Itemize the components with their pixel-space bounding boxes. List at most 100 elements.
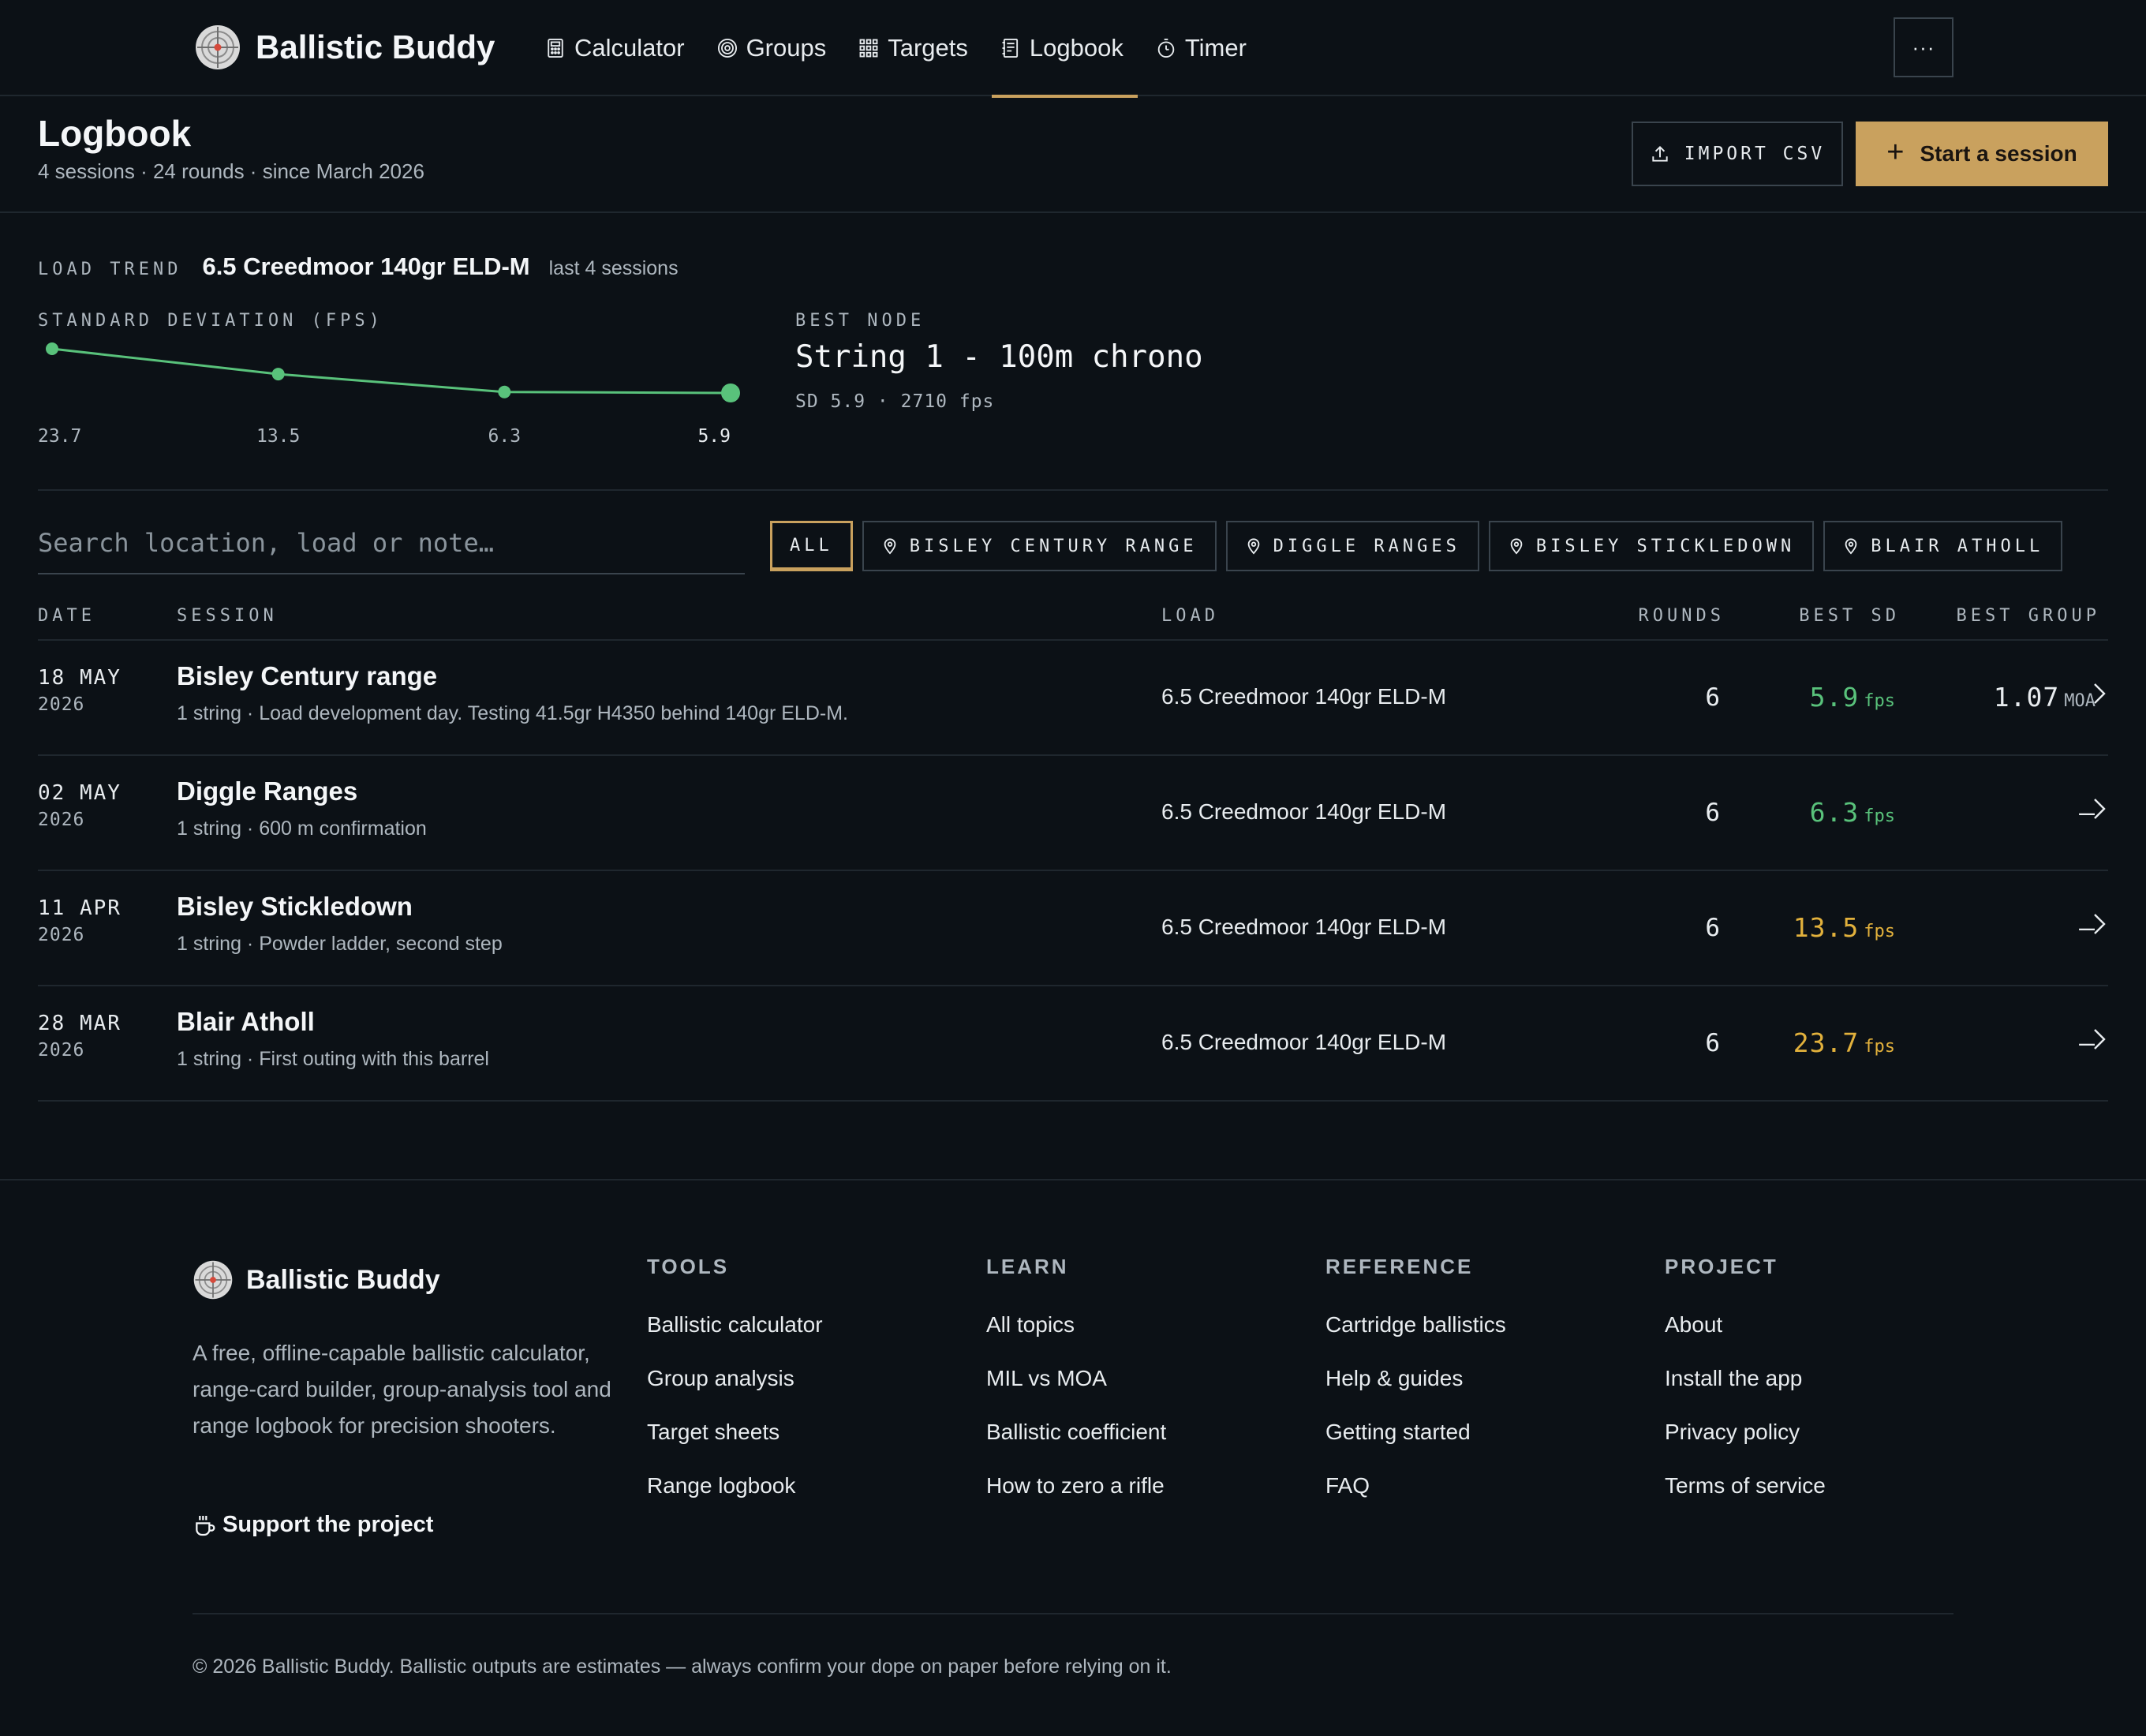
sd-sparkline-chart: 23.7 13.5 6.3 5.9 [38, 342, 740, 447]
top-navigation: Ballistic Buddy Calculator Groups Target… [0, 0, 2146, 98]
session-info: Blair Atholl 1 string · First outing wit… [177, 1007, 489, 1071]
footer-link-terms-of-service[interactable]: Terms of service [1665, 1473, 1826, 1498]
chevron-right-icon[interactable] [2091, 680, 2108, 707]
plus-icon: + [1886, 135, 1905, 169]
footer-heading-project: PROJECT [1665, 1255, 1778, 1278]
footer-copyright: © 2026 Ballistic Buddy. Ballistic output… [193, 1656, 1172, 1678]
session-best-group: — [1900, 912, 2096, 943]
table-row[interactable]: 28 MAR 2026 Blair Atholl 1 string · Firs… [38, 986, 2108, 1102]
session-best-sd: 6.3 fps [1726, 797, 1895, 828]
session-year: 2026 [38, 694, 85, 715]
footer-column-project: PROJECT About Install the app Privacy po… [1665, 1255, 1826, 1498]
best-sd-value: 23.7 [1793, 1027, 1860, 1058]
footer-link-privacy-policy[interactable]: Privacy policy [1665, 1420, 1826, 1445]
nav-item-calculator[interactable]: Calculator [530, 0, 699, 96]
column-header-best-group: BEST GROUP [1956, 606, 2100, 626]
best-sd-unit: fps [1864, 1037, 1895, 1057]
table-header: DATE SESSION LOAD ROUNDS BEST SD BEST GR… [38, 597, 2108, 641]
nav-item-groups[interactable]: Groups [702, 0, 841, 96]
start-session-button[interactable]: + Start a session [1856, 122, 2108, 186]
session-best-sd: 5.9 fps [1726, 682, 1895, 713]
column-header-date: DATE [38, 606, 95, 626]
sd-tick-label: 5.9 [697, 426, 731, 447]
session-name: Diggle Ranges [177, 776, 358, 806]
footer-divider [193, 1613, 1953, 1614]
best-sd-value: 13.5 [1793, 912, 1860, 943]
footer-link-cartridge-ballistics[interactable]: Cartridge ballistics [1325, 1312, 1506, 1338]
session-rounds: 6 [1705, 914, 1720, 942]
crosshair-logo-icon [196, 25, 240, 69]
stopwatch-icon [1157, 38, 1175, 58]
filter-chip-label: BLAIR ATHOLL [1871, 536, 2044, 556]
brand-link[interactable]: Ballistic Buddy [194, 24, 495, 71]
footer-link-group-analysis[interactable]: Group analysis [647, 1366, 823, 1391]
session-note: 1 string · Load development day. Testing… [177, 702, 848, 724]
best-node-name: String 1 - 100m chrono [795, 339, 1203, 375]
footer-heading-tools: TOOLS [647, 1255, 730, 1278]
table-row[interactable]: 02 MAY 2026 Diggle Ranges 1 string · 600… [38, 756, 2108, 871]
filter-chip-bisley-century-range[interactable]: BISLEY CENTURY RANGE [862, 521, 1217, 571]
session-note: 1 string · 600 m confirmation [177, 817, 427, 840]
nav-label-logbook: Logbook [1029, 34, 1123, 62]
import-csv-button[interactable]: IMPORT CSV [1632, 122, 1843, 186]
session-day-month: 18 MAY [38, 666, 122, 690]
session-best-sd: 23.7 fps [1726, 1027, 1895, 1058]
session-info: Diggle Ranges 1 string · 600 m confirmat… [177, 776, 427, 840]
nav-item-logbook[interactable]: Logbook [985, 0, 1138, 98]
chevron-right-icon[interactable] [2091, 795, 2108, 822]
footer-link-all-topics[interactable]: All topics [986, 1312, 1166, 1338]
more-menu-button[interactable]: ··· [1894, 17, 1953, 77]
footer-link-zero-a-rifle[interactable]: How to zero a rifle [986, 1473, 1166, 1498]
filter-chip-bisley-stickledown[interactable]: BISLEY STICKLEDOWN [1488, 521, 1815, 571]
nav-item-timer[interactable]: Timer [1141, 0, 1261, 96]
filter-chip-label: BISLEY CENTURY RANGE [909, 536, 1198, 556]
footer-link-ballistic-calculator[interactable]: Ballistic calculator [647, 1312, 823, 1338]
session-name: Bisley Stickledown [177, 892, 413, 921]
chevron-right-icon[interactable] [2091, 911, 2108, 937]
footer-column-tools: TOOLS Ballistic calculator Group analysi… [647, 1255, 823, 1498]
session-name: Blair Atholl [177, 1007, 315, 1036]
footer-link-mil-vs-moa[interactable]: MIL vs MOA [986, 1366, 1166, 1391]
sd-chart-label: STANDARD DEVIATION (FPS) [38, 311, 383, 331]
sd-data-point [46, 342, 58, 355]
search-input[interactable] [38, 513, 745, 574]
upload-icon [1652, 145, 1668, 162]
footer-link-getting-started[interactable]: Getting started [1325, 1420, 1506, 1445]
footer-link-help-guides[interactable]: Help & guides [1325, 1366, 1506, 1391]
footer-link-target-sheets[interactable]: Target sheets [647, 1420, 823, 1445]
footer-link-about[interactable]: About [1665, 1312, 1826, 1338]
nav-menu: Calculator Groups Targets Logbook Timer [530, 0, 1264, 98]
footer-link-faq[interactable]: FAQ [1325, 1473, 1506, 1498]
support-project-label: Support the project [222, 1512, 434, 1537]
best-sd-unit: fps [1864, 806, 1895, 826]
session-best-group: — [1900, 1027, 2096, 1058]
footer-brand[interactable]: Ballistic Buddy [193, 1259, 440, 1300]
best-group-value: 1.07 [1993, 682, 2060, 713]
sd-data-point [498, 385, 511, 398]
crosshair-logo-icon [193, 1260, 233, 1300]
chevron-right-icon[interactable] [2091, 1026, 2108, 1053]
footer-link-range-logbook[interactable]: Range logbook [647, 1473, 823, 1498]
table-row[interactable]: 11 APR 2026 Bisley Stickledown 1 string … [38, 871, 2108, 986]
table-row[interactable]: 18 MAY 2026 Bisley Century range 1 strin… [38, 641, 2108, 756]
filter-chip-all[interactable]: ALL [770, 521, 853, 571]
nav-item-targets[interactable]: Targets [843, 0, 982, 96]
filter-chip-blair-atholl[interactable]: BLAIR ATHOLL [1823, 521, 2063, 571]
session-date: 28 MAR 2026 [38, 1012, 122, 1061]
sd-tick-label: 13.5 [256, 426, 300, 447]
column-header-best-sd: BEST SD [1799, 606, 1900, 626]
footer-link-install-app[interactable]: Install the app [1665, 1366, 1826, 1391]
session-day-month: 11 APR [38, 896, 122, 920]
support-project-link[interactable]: Support the project [193, 1512, 433, 1538]
nav-label-groups: Groups [746, 34, 827, 62]
filter-chip-diggle-ranges[interactable]: DIGGLE RANGES [1225, 521, 1479, 571]
footer-link-ballistic-coefficient[interactable]: Ballistic coefficient [986, 1420, 1166, 1445]
footer-brand-name: Ballistic Buddy [246, 1264, 440, 1295]
load-trend-panel: LOAD TREND 6.5 Creedmoor 140gr ELD-M las… [38, 253, 2108, 491]
session-rounds: 6 [1705, 799, 1720, 827]
nav-label-timer: Timer [1184, 34, 1247, 62]
brand-name: Ballistic Buddy [256, 28, 495, 65]
session-info: Bisley Stickledown 1 string · Powder lad… [177, 892, 503, 956]
column-header-load: LOAD [1161, 606, 1219, 626]
footer-column-learn: LEARN All topics MIL vs MOA Ballistic co… [986, 1255, 1166, 1498]
